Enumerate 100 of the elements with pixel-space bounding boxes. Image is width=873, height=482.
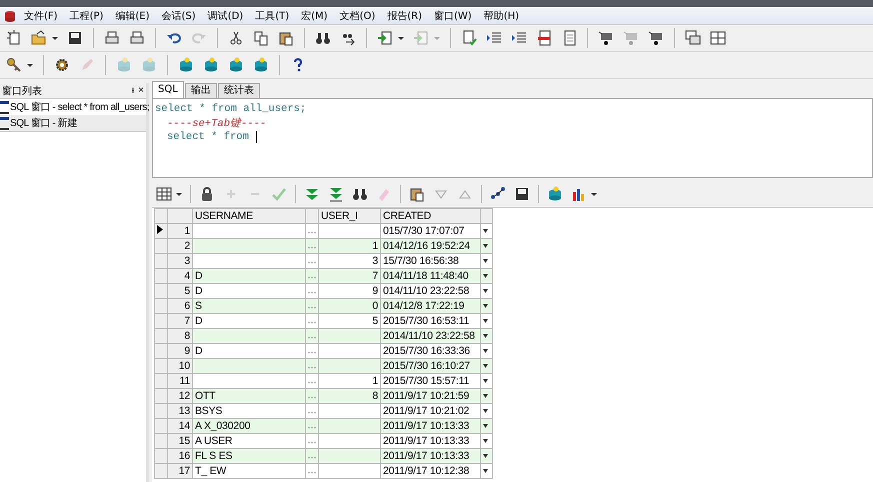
cut-icon[interactable] <box>228 30 244 46</box>
dropdown-arrow-icon[interactable] <box>483 408 488 412</box>
gear-icon[interactable] <box>54 57 70 73</box>
ellipsis-icon[interactable] <box>308 366 316 368</box>
open-folder-icon[interactable] <box>31 30 47 46</box>
dropdown-arrow-icon[interactable] <box>483 318 488 322</box>
dropdown-arrow-icon[interactable] <box>483 468 488 472</box>
code-comment: ----se+Tab键---- <box>167 116 266 130</box>
table-cell: 014/11/18 11:48:40 <box>380 268 480 284</box>
database-icon[interactable] <box>547 186 563 202</box>
table-cell: 7 <box>318 268 380 284</box>
column-header[interactable]: CREATED <box>380 208 480 224</box>
windows-icon[interactable] <box>685 30 701 46</box>
copy-icon[interactable] <box>253 30 269 46</box>
current-row-icon <box>157 225 163 234</box>
import-icon[interactable] <box>377 30 393 46</box>
ellipsis-icon[interactable] <box>308 426 316 428</box>
menu-item[interactable]: 文件(F) <box>18 8 64 22</box>
ellipsis-icon[interactable] <box>308 260 316 264</box>
document-icon[interactable] <box>536 30 552 46</box>
ellipsis-icon[interactable] <box>308 456 316 458</box>
document-check-icon[interactable] <box>461 30 477 46</box>
ellipsis-icon[interactable] <box>308 246 316 248</box>
database-icon[interactable] <box>253 57 269 73</box>
dropdown-arrow-icon[interactable] <box>483 288 488 292</box>
menu-item[interactable]: 编辑(E) <box>109 8 156 22</box>
menu-item[interactable]: 会话(S) <box>156 8 202 22</box>
ellipsis-icon[interactable] <box>308 440 316 444</box>
row-selector[interactable] <box>154 224 168 238</box>
database-icon[interactable] <box>178 57 194 73</box>
tab[interactable]: 统计表 <box>218 83 260 98</box>
key-icon[interactable] <box>6 57 22 73</box>
print-icon[interactable] <box>104 30 120 46</box>
paste-icon[interactable] <box>409 186 425 202</box>
dropdown-arrow-icon[interactable] <box>483 378 488 382</box>
ellipsis-icon[interactable] <box>308 470 316 474</box>
dropdown-arrow-icon[interactable] <box>483 364 488 368</box>
table-cell: A X_030200 <box>192 418 306 434</box>
save-icon[interactable] <box>67 30 83 46</box>
ellipsis-icon[interactable] <box>308 410 316 414</box>
menu-item[interactable]: 工具(T) <box>249 8 296 22</box>
dropdown-arrow-icon[interactable] <box>483 438 488 442</box>
app-icon[interactable] <box>4 8 16 22</box>
ellipsis-icon[interactable] <box>308 380 316 384</box>
print-icon[interactable] <box>129 30 145 46</box>
database-icon[interactable] <box>228 57 244 73</box>
bar-chart-icon[interactable] <box>571 186 587 202</box>
dropdown-arrow-icon[interactable] <box>483 424 488 428</box>
menu-item[interactable]: 宏(M) <box>295 8 334 22</box>
row-number: 9 <box>168 344 192 358</box>
column-header[interactable]: USER_I <box>318 208 380 224</box>
ellipsis-icon[interactable] <box>308 350 316 354</box>
menu-item[interactable]: 工程(P) <box>64 8 110 22</box>
table-cell: OTT <box>192 388 306 404</box>
window-list-item[interactable]: SQL 窗口 - 新建 <box>0 115 146 132</box>
new-file-icon[interactable] <box>6 30 22 46</box>
dropdown-arrow-icon[interactable] <box>483 334 488 338</box>
dropdown-arrow-icon[interactable] <box>483 274 488 278</box>
dropdown-arrow-icon[interactable] <box>483 244 488 248</box>
save-icon[interactable] <box>514 186 530 202</box>
menu-item[interactable]: 调试(D) <box>202 8 250 22</box>
dropdown-arrow-icon[interactable] <box>483 348 488 352</box>
table-cell: 014/12/16 19:52:24 <box>380 238 480 254</box>
row-number: 4 <box>168 268 192 284</box>
lock-icon[interactable] <box>199 186 215 202</box>
ellipsis-icon[interactable] <box>308 230 316 234</box>
database-icon[interactable] <box>203 57 219 73</box>
row-number: 16 <box>168 448 192 464</box>
row-number: 6 <box>168 298 192 314</box>
graph-icon[interactable] <box>490 186 506 202</box>
dropdown-arrow-icon[interactable] <box>483 454 488 458</box>
fetch-all-icon[interactable] <box>328 186 344 202</box>
tile-icon[interactable] <box>710 30 726 46</box>
ellipsis-icon[interactable] <box>308 320 316 324</box>
close-button[interactable]: × <box>138 85 144 96</box>
column-header[interactable]: USERNAME <box>192 208 306 224</box>
row-number: 3 <box>168 254 192 268</box>
table-cell: FL S ES <box>192 448 306 464</box>
ellipsis-icon[interactable] <box>308 306 316 308</box>
menu-item[interactable]: 帮助(H) <box>478 8 526 22</box>
pin-button[interactable]: ᵻ <box>132 85 134 96</box>
ellipsis-icon[interactable] <box>308 336 316 338</box>
tab[interactable]: SQL <box>152 81 184 98</box>
check-icon[interactable] <box>271 186 287 202</box>
ellipsis-icon[interactable] <box>308 276 316 278</box>
dropdown-arrow-icon[interactable] <box>483 304 488 308</box>
ellipsis-icon[interactable] <box>308 396 316 398</box>
fetch-icon[interactable] <box>304 186 320 202</box>
find-icon[interactable] <box>352 186 368 202</box>
tab[interactable]: 输出 <box>184 83 217 98</box>
menu-item[interactable]: 窗口(W) <box>428 8 478 22</box>
dropdown-arrow-icon[interactable] <box>483 228 488 232</box>
find-icon[interactable] <box>315 30 331 46</box>
menu-item[interactable]: 报告(R) <box>381 8 428 22</box>
paste-icon[interactable] <box>278 30 294 46</box>
ellipsis-icon[interactable] <box>308 290 316 294</box>
dropdown-arrow-icon[interactable] <box>483 258 488 262</box>
grid-icon[interactable] <box>156 186 172 202</box>
menu-item[interactable]: 文档(O) <box>334 8 382 22</box>
dropdown-arrow-icon[interactable] <box>483 394 488 398</box>
